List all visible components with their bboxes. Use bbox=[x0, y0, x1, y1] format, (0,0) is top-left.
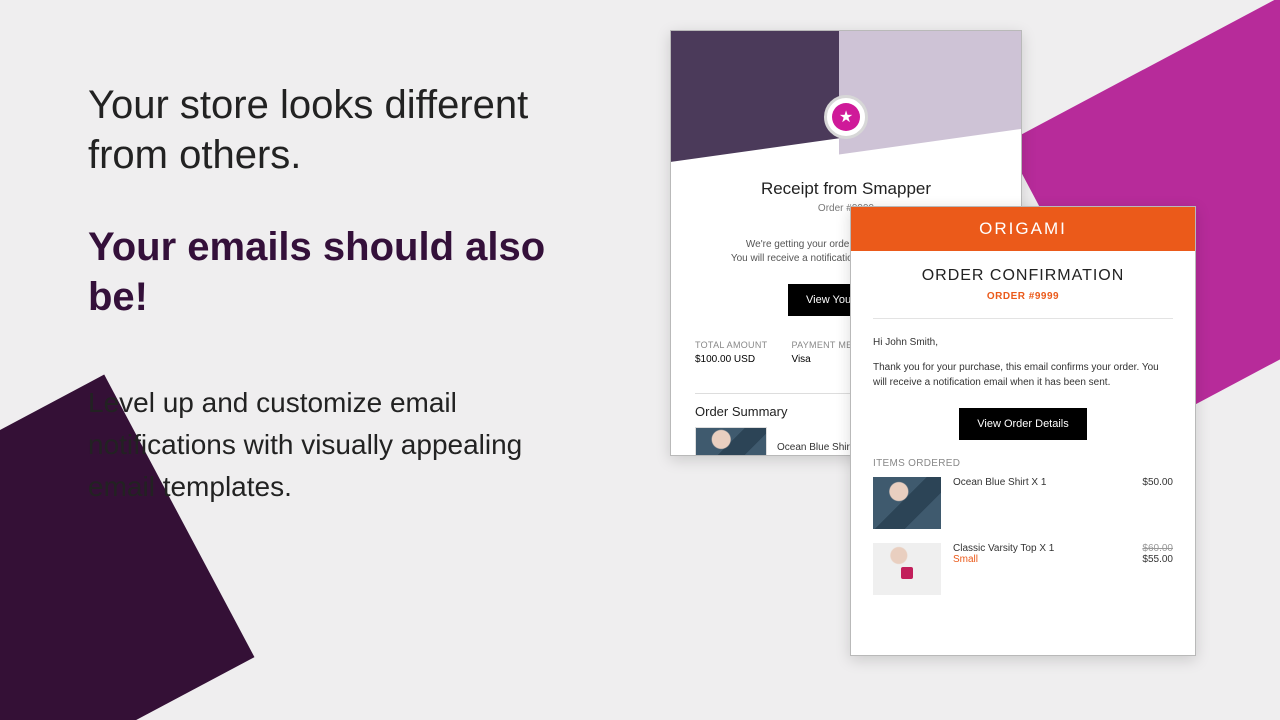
star-icon: ★ bbox=[832, 103, 860, 131]
product-variant: Small bbox=[953, 554, 1130, 565]
hero-shape-light bbox=[839, 30, 1023, 155]
origami-greeting: Hi John Smith, bbox=[873, 335, 1173, 350]
brand-badge: ★ bbox=[824, 95, 868, 139]
origami-body-text: Thank you for your purchase, this email … bbox=[873, 360, 1173, 390]
product-name: Classic Varsity Top X 1 bbox=[953, 543, 1130, 554]
items-ordered-label: ITEMS ORDERED bbox=[873, 458, 1173, 469]
product-price: $55.00 bbox=[1142, 554, 1173, 565]
view-order-details-button[interactable]: View Order Details bbox=[959, 408, 1087, 440]
divider bbox=[873, 318, 1173, 319]
product-price: $50.00 bbox=[1142, 477, 1173, 488]
total-amount-label: TOTAL AMOUNT bbox=[695, 340, 767, 350]
smapper-hero: ★ bbox=[671, 31, 1021, 141]
product-thumbnail bbox=[873, 477, 941, 529]
origami-order-number: ORDER #9999 bbox=[873, 291, 1173, 302]
total-amount-block: TOTAL AMOUNT $100.00 USD bbox=[695, 340, 767, 365]
email-preview-origami: ORIGAMI ORDER CONFIRMATION ORDER #9999 H… bbox=[850, 206, 1196, 656]
origami-title: ORDER CONFIRMATION bbox=[873, 267, 1173, 285]
body-text: Level up and customize email notificatio… bbox=[88, 382, 588, 508]
marketing-copy: Your store looks different from others. … bbox=[88, 80, 588, 508]
order-item-row: Ocean Blue Shirt X 1 $50.00 bbox=[873, 477, 1173, 529]
total-amount-value: $100.00 USD bbox=[695, 354, 767, 365]
headline: Your store looks different from others. bbox=[88, 80, 588, 180]
product-price-old: $60.00 bbox=[1142, 543, 1173, 554]
product-name: Ocean Blue Shirt X 1 bbox=[953, 477, 1130, 488]
smapper-title: Receipt from Smapper bbox=[689, 179, 1003, 199]
order-item-row: Classic Varsity Top X 1 Small $60.00 $55… bbox=[873, 543, 1173, 595]
product-thumbnail bbox=[695, 427, 767, 456]
product-thumbnail bbox=[873, 543, 941, 595]
subhead: Your emails should also be! bbox=[88, 222, 588, 322]
origami-brand-header: ORIGAMI bbox=[851, 207, 1195, 251]
